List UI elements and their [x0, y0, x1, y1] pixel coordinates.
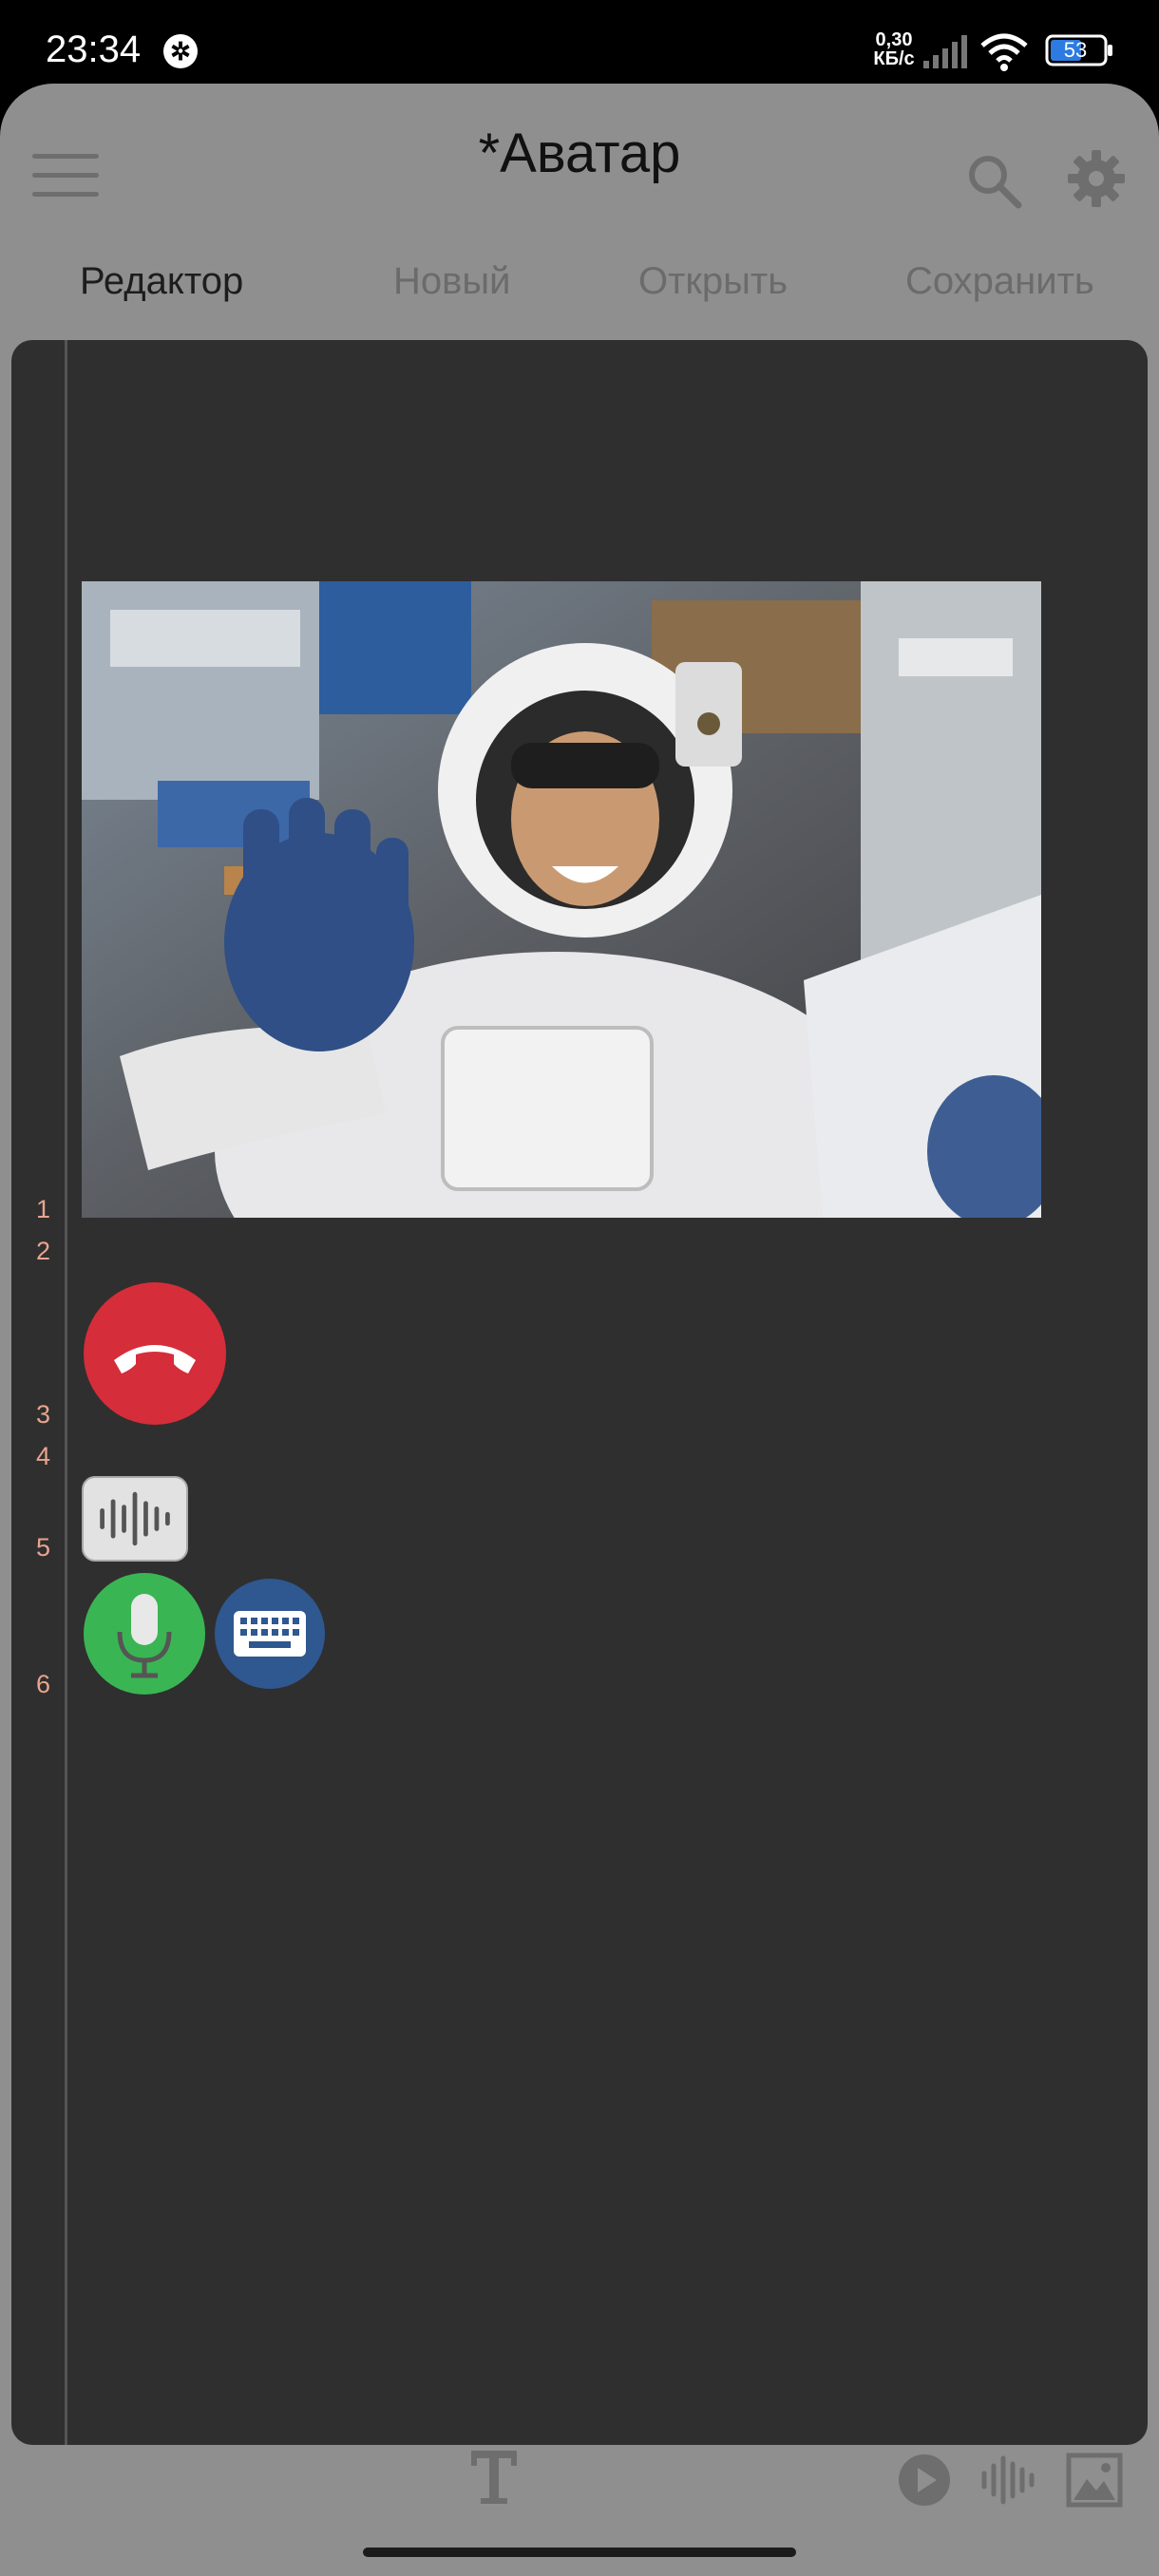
gear-icon[interactable] — [1066, 148, 1127, 209]
tab-save[interactable]: Сохранить — [905, 260, 1094, 303]
microphone-icon — [117, 1594, 172, 1678]
audio-waveform-button[interactable] — [82, 1476, 188, 1562]
notification-badge-icon: ✲ — [163, 34, 198, 68]
end-call-button[interactable] — [84, 1282, 226, 1425]
network-speed-value: 0,30 — [875, 29, 913, 50]
wifi-icon — [980, 33, 1028, 71]
search-icon[interactable] — [963, 150, 1024, 211]
astronaut-image[interactable] — [82, 581, 1041, 1218]
app-window: *Аватар Редактор Новый Открыть Сохранить… — [0, 84, 1159, 2576]
gutter-divider — [65, 340, 67, 2445]
network-speed: 0,30 КБ/с — [863, 30, 925, 68]
battery-level: 53 — [1063, 38, 1088, 62]
line-number: 4 — [36, 1442, 51, 1470]
menu-icon[interactable] — [32, 154, 99, 201]
keyboard-icon — [234, 1611, 306, 1657]
audio-waveform-icon[interactable] — [978, 2451, 1037, 2510]
tab-new[interactable]: Новый — [393, 260, 510, 303]
home-indicator[interactable] — [363, 2548, 796, 2557]
tab-open[interactable]: Открыть — [638, 260, 788, 303]
microphone-button[interactable] — [84, 1573, 205, 1695]
status-time: 23:34 — [46, 28, 142, 70]
line-number: 2 — [36, 1237, 51, 1265]
end-call-icon — [114, 1345, 196, 1373]
signal-icon — [923, 35, 967, 68]
play-icon[interactable] — [897, 2453, 952, 2508]
network-speed-unit: КБ/с — [873, 48, 915, 69]
status-bar: 23:34 ✲ 0,30 КБ/с 53 — [0, 0, 1159, 84]
text-icon[interactable] — [467, 2447, 521, 2508]
editor-area[interactable]: 1 2 3 4 5 6 — [11, 340, 1148, 2445]
line-number: 3 — [36, 1400, 51, 1429]
line-number: 1 — [36, 1195, 51, 1223]
image-icon[interactable] — [1066, 2453, 1123, 2508]
page-title: *Аватар — [478, 123, 681, 184]
line-number: 6 — [36, 1670, 51, 1698]
audio-waveform-icon — [100, 1491, 170, 1546]
keyboard-button[interactable] — [215, 1579, 325, 1689]
tab-editor[interactable]: Редактор — [80, 260, 243, 303]
line-number: 5 — [36, 1533, 51, 1562]
